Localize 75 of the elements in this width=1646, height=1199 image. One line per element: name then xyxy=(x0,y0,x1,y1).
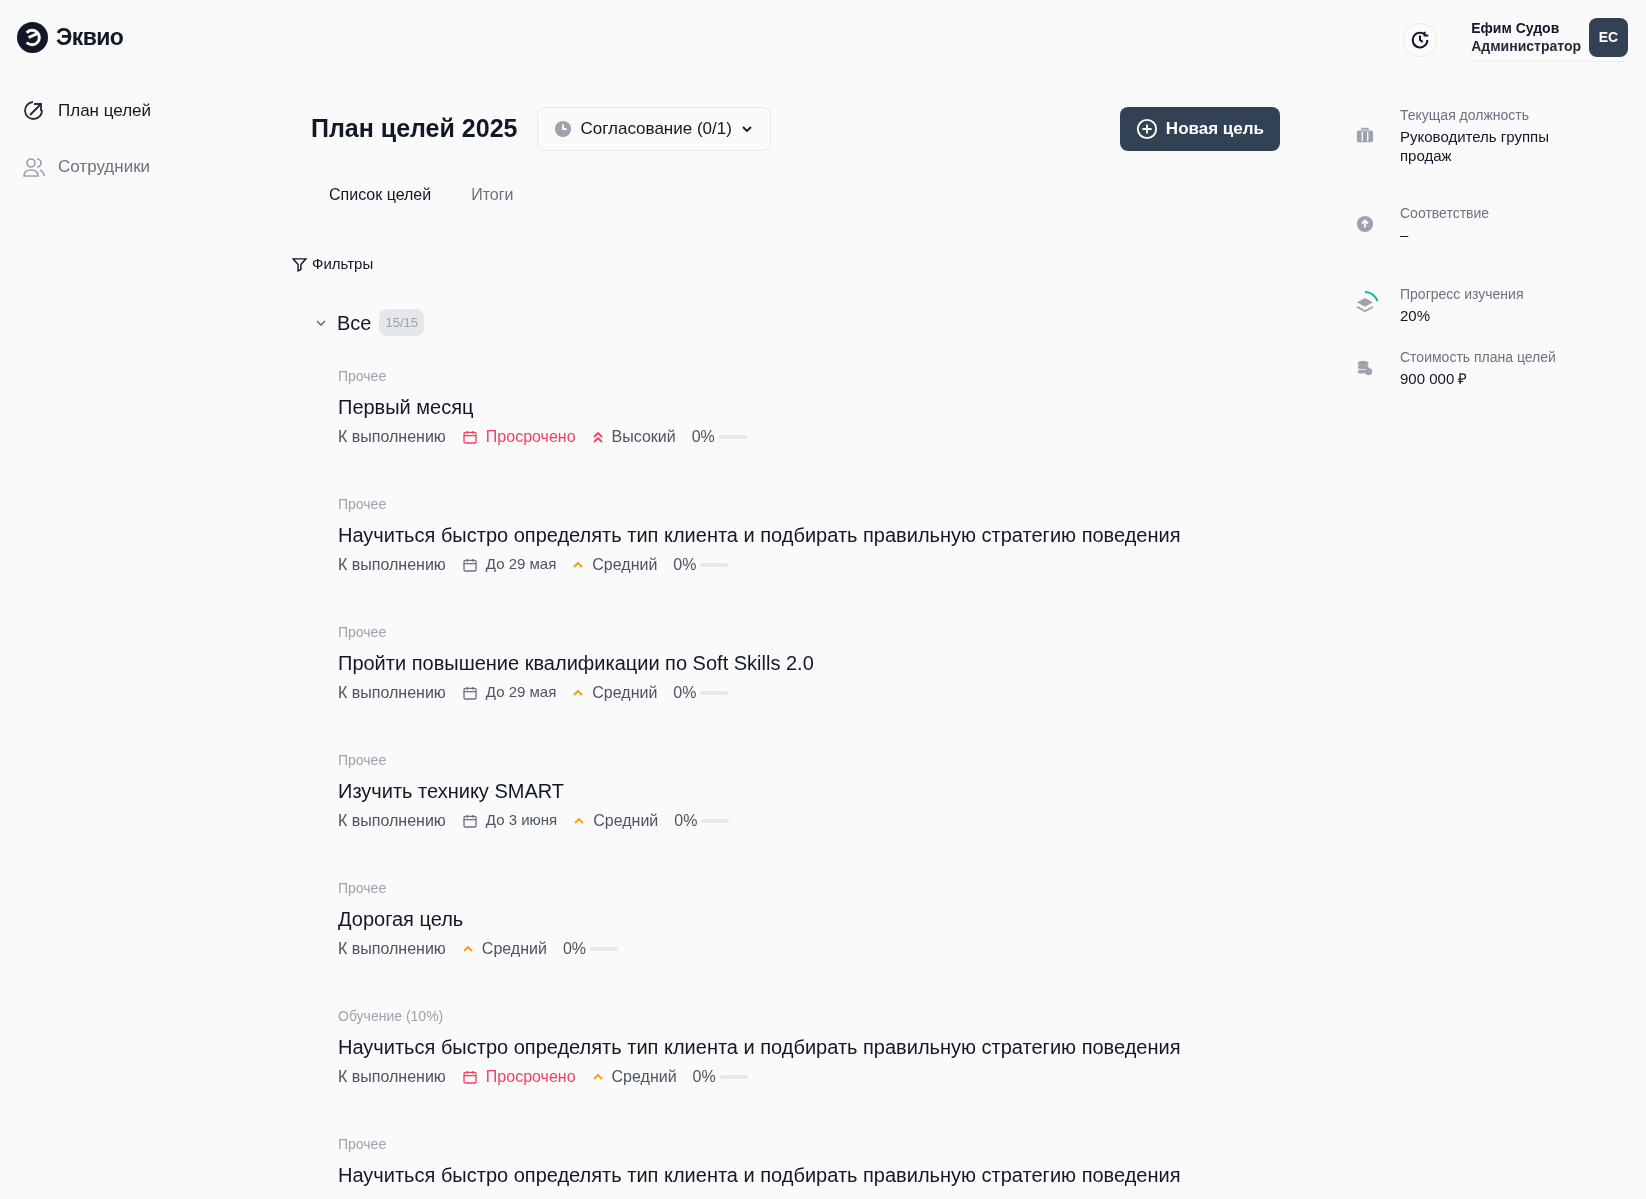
target-arrow-icon xyxy=(22,99,46,123)
filters-button[interactable]: Фильтры xyxy=(291,253,374,276)
avatar: ЕС xyxy=(1589,18,1628,57)
sidebar-item[interactable]: План целей xyxy=(22,89,290,133)
percent-text: 0% xyxy=(673,682,697,703)
percent-text: 0% xyxy=(673,554,697,575)
goal-category: Прочее xyxy=(338,494,388,514)
calendar-icon xyxy=(461,1068,478,1085)
goal-category: Прочее xyxy=(338,1134,388,1154)
user-menu[interactable]: Ефим Судов Администратор ЕС xyxy=(1471,18,1628,62)
goal-title[interactable]: Научиться быстро определять тип клиента и подбирать правильную стратегию поведения xyxy=(338,1033,1280,1060)
calendar-icon xyxy=(461,556,478,573)
goal-status: К выполнению xyxy=(338,426,446,447)
calendar-icon xyxy=(461,684,478,701)
goal-deadline: До 29 мая xyxy=(485,554,557,575)
logo-text: Эквио xyxy=(56,23,124,53)
goal-deadline: Просрочено xyxy=(485,1066,576,1087)
summary-label: Текущая должность xyxy=(1400,105,1530,125)
percent-text: 0% xyxy=(674,810,698,831)
calendar-icon xyxy=(461,812,478,829)
goal-status: К выполнению xyxy=(338,810,446,831)
sidebar-item[interactable]: Сотрудники xyxy=(22,145,290,189)
coins-icon xyxy=(1356,359,1374,377)
goal-priority: Средний xyxy=(592,682,658,703)
clock-icon xyxy=(554,120,573,138)
tab[interactable]: Итоги xyxy=(455,175,530,215)
summary-value: 20% xyxy=(1400,307,1432,326)
goal-deadline: До 29 мая xyxy=(485,682,557,703)
percent-text: 0% xyxy=(692,1066,716,1087)
goal-deadline: Просрочено xyxy=(485,426,576,447)
calendar-icon xyxy=(461,428,478,445)
goal-category: Прочее xyxy=(338,366,388,386)
goal-priority: Средний xyxy=(611,1066,677,1087)
logo-icon xyxy=(17,22,48,53)
user-name: Ефим Судов xyxy=(1471,20,1561,38)
goal-category: Прочее xyxy=(338,622,388,642)
percent-text: 0% xyxy=(562,938,586,959)
summary-label: Прогресс изучения xyxy=(1400,285,1525,305)
goal-status: К выполнению xyxy=(338,682,446,703)
new-goal-button[interactable]: Новая цель xyxy=(1119,107,1280,151)
goal-title[interactable]: Дорогая цель xyxy=(338,905,1280,932)
goal-status: К выполнению xyxy=(338,1066,446,1087)
goal-status: К выполнению xyxy=(338,938,446,959)
group-title: Все xyxy=(337,310,372,336)
layers-icon xyxy=(1356,297,1374,313)
summary-value: 900 000 ₽ xyxy=(1400,370,1469,389)
summary-label: Соответствие xyxy=(1400,204,1491,224)
goal-title[interactable]: Научиться быстро определять тип клиента и подбирать правильную стратегию поведения xyxy=(338,521,1280,548)
page-title: План целей 2025 xyxy=(311,113,518,145)
summary-value: – xyxy=(1400,226,1410,245)
tab[interactable]: Список целей xyxy=(313,175,448,215)
goal-priority: Средний xyxy=(592,554,658,575)
user-role: Администратор xyxy=(1471,37,1581,55)
approval-dropdown[interactable]: Согласование (0/1) xyxy=(537,107,771,151)
count-badge: 15/15 xyxy=(379,308,424,337)
goal-priority: Средний xyxy=(593,810,659,831)
goal-title[interactable]: Изучить технику SMART xyxy=(338,777,1280,804)
goal-title[interactable]: Научиться быстро определять тип клиента и подбирать правильную стратегию поведения xyxy=(338,1161,1280,1188)
briefcase-icon xyxy=(1356,126,1374,144)
goal-category: Обучение (10%) xyxy=(338,1006,445,1026)
users-icon xyxy=(22,155,46,179)
arrow-up-circle-icon xyxy=(1356,215,1374,233)
percent-text: 0% xyxy=(691,426,715,447)
goal-category: Прочее xyxy=(338,750,388,770)
goal-category: Прочее xyxy=(338,878,388,898)
goal-priority: Высокий xyxy=(611,426,676,447)
plus-circle-icon xyxy=(1135,118,1158,140)
goal-status: К выполнению xyxy=(338,554,446,575)
goal-deadline: До 3 июня xyxy=(485,810,558,831)
summary-label: Стоимость плана целей xyxy=(1400,348,1557,368)
summary-value: Руководитель группы продаж xyxy=(1400,127,1550,166)
goal-title[interactable]: Первый месяц xyxy=(338,393,1280,420)
goal-title[interactable]: Пройти повышение квалификации по Soft Skills 2.0 xyxy=(338,649,1280,676)
goal-priority: Средний xyxy=(481,938,547,959)
filter-icon xyxy=(291,255,308,273)
